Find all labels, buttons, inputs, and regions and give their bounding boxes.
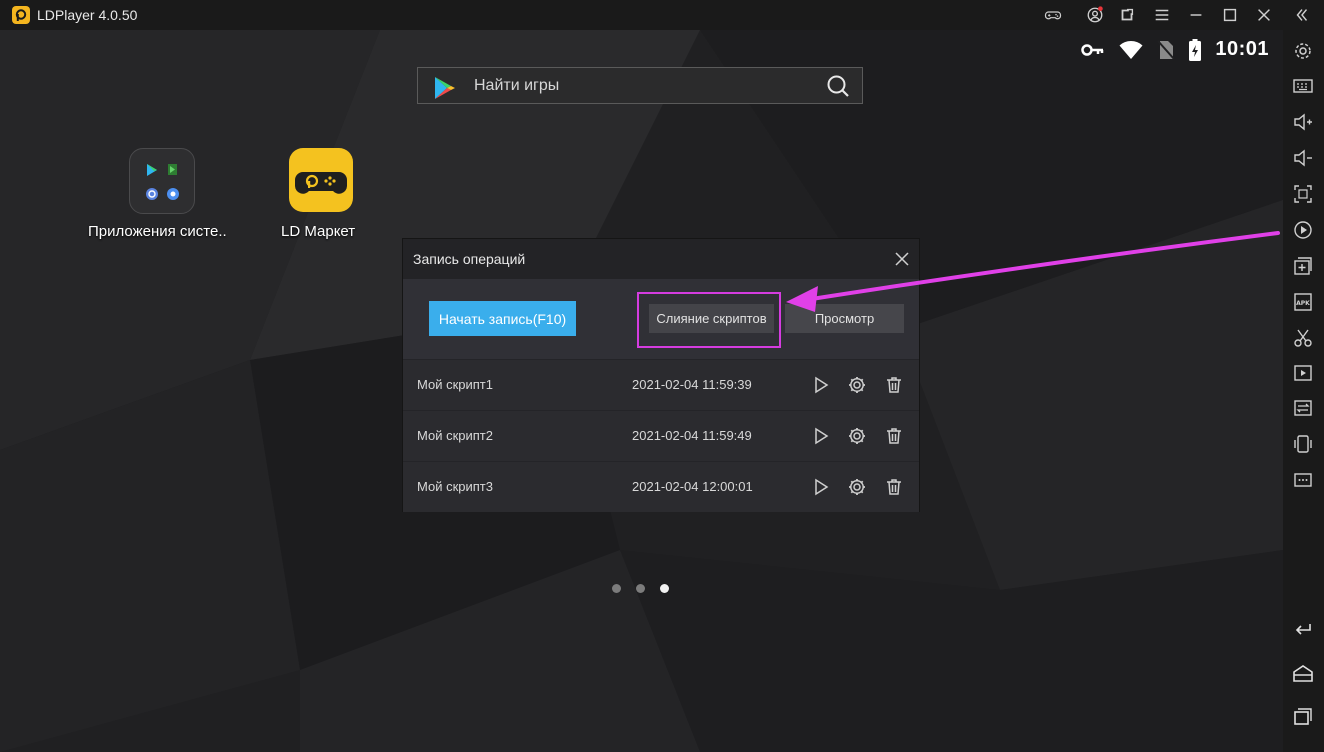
minimize-icon[interactable] (1185, 4, 1207, 26)
script-date: 2021-02-04 12:00:01 (632, 479, 753, 494)
recent-apps-icon[interactable] (1291, 704, 1315, 728)
svg-text:APK: APK (1296, 300, 1310, 307)
dialog-header: Запись операций (403, 239, 919, 279)
play-icon[interactable] (811, 477, 831, 497)
annotation-highlight (637, 292, 781, 348)
operation-recorder-dialog: Запись операций Начать запись(F10) Слиян… (402, 238, 920, 512)
start-recording-button[interactable]: Начать запись(F10) (429, 301, 576, 336)
menu-icon[interactable] (1151, 4, 1173, 26)
page-dot[interactable] (636, 584, 645, 593)
multi-instance-icon[interactable] (1291, 254, 1315, 278)
more-icon[interactable] (1291, 468, 1315, 492)
trash-icon[interactable] (884, 426, 904, 446)
trash-icon[interactable] (884, 375, 904, 395)
external-window-icon[interactable] (1116, 4, 1138, 26)
page-dot[interactable] (612, 584, 621, 593)
status-bar: 10:01 (1081, 38, 1269, 61)
window-title: LDPlayer 4.0.50 (37, 7, 138, 23)
settings-icon[interactable] (847, 426, 867, 446)
key-icon (1081, 43, 1105, 57)
ld-market-app[interactable] (289, 148, 353, 212)
system-apps-folder[interactable] (129, 148, 195, 214)
keyboard-icon[interactable] (1291, 74, 1315, 98)
page-dot-active[interactable] (660, 584, 669, 593)
close-icon[interactable] (1253, 4, 1275, 26)
preview-button[interactable]: Просмотр (785, 304, 904, 333)
scissors-icon[interactable] (1291, 326, 1315, 350)
right-sidebar: APK (1283, 30, 1324, 752)
script-date: 2021-02-04 11:59:49 (632, 428, 752, 443)
google-play-icon (432, 75, 458, 106)
gamepad-icon[interactable] (1042, 4, 1064, 26)
account-icon[interactable] (1084, 4, 1106, 26)
script-row: Мой скрипт3 2021-02-04 12:00:01 (403, 461, 919, 512)
collapse-sidebar-icon[interactable] (1291, 4, 1313, 26)
home-icon[interactable] (1291, 661, 1315, 685)
video-record-icon[interactable] (1291, 361, 1315, 385)
search-icon[interactable] (826, 74, 850, 103)
search-input[interactable]: Найти игры (474, 77, 559, 95)
volume-up-icon[interactable] (1291, 110, 1315, 134)
title-bar: LDPlayer 4.0.50 (0, 0, 1324, 30)
dialog-toolbar: Начать запись(F10) Слияние скриптов Прос… (403, 279, 919, 359)
script-row: Мой скрипт1 2021-02-04 11:59:39 (403, 359, 919, 410)
folder-icon (129, 148, 195, 214)
wifi-icon (1119, 40, 1143, 60)
settings-gear-icon[interactable] (1291, 39, 1315, 63)
trash-icon[interactable] (884, 477, 904, 497)
back-icon[interactable] (1291, 616, 1315, 640)
ldplayer-logo-icon (12, 6, 30, 24)
clock: 10:01 (1215, 38, 1269, 60)
script-name: Мой скрипт2 (417, 428, 493, 443)
page-indicator (612, 584, 669, 593)
ld-market-label: LD Маркет (281, 223, 356, 240)
sync-icon[interactable] (1291, 396, 1315, 420)
settings-icon[interactable] (847, 477, 867, 497)
volume-down-icon[interactable] (1291, 146, 1315, 170)
script-name: Мой скрипт3 (417, 479, 493, 494)
shake-icon[interactable] (1291, 432, 1315, 456)
script-date: 2021-02-04 11:59:39 (632, 377, 752, 392)
ld-market-icon (289, 148, 353, 212)
apk-install-icon[interactable]: APK (1291, 290, 1315, 314)
play-icon[interactable] (811, 426, 831, 446)
search-bar[interactable]: Найти игры (417, 67, 863, 104)
play-icon[interactable] (811, 375, 831, 395)
settings-icon[interactable] (847, 375, 867, 395)
record-operations-icon[interactable] (1291, 218, 1315, 242)
dialog-title: Запись операций (413, 251, 526, 267)
script-name: Мой скрипт1 (417, 377, 493, 392)
system-apps-label: Приложения систе.. (88, 223, 227, 240)
script-row: Мой скрипт2 2021-02-04 11:59:49 (403, 410, 919, 461)
dialog-close-icon[interactable] (893, 250, 911, 268)
maximize-icon[interactable] (1219, 4, 1241, 26)
no-sim-icon (1157, 39, 1176, 60)
fullscreen-icon[interactable] (1291, 182, 1315, 206)
battery-charging-icon (1189, 38, 1202, 61)
